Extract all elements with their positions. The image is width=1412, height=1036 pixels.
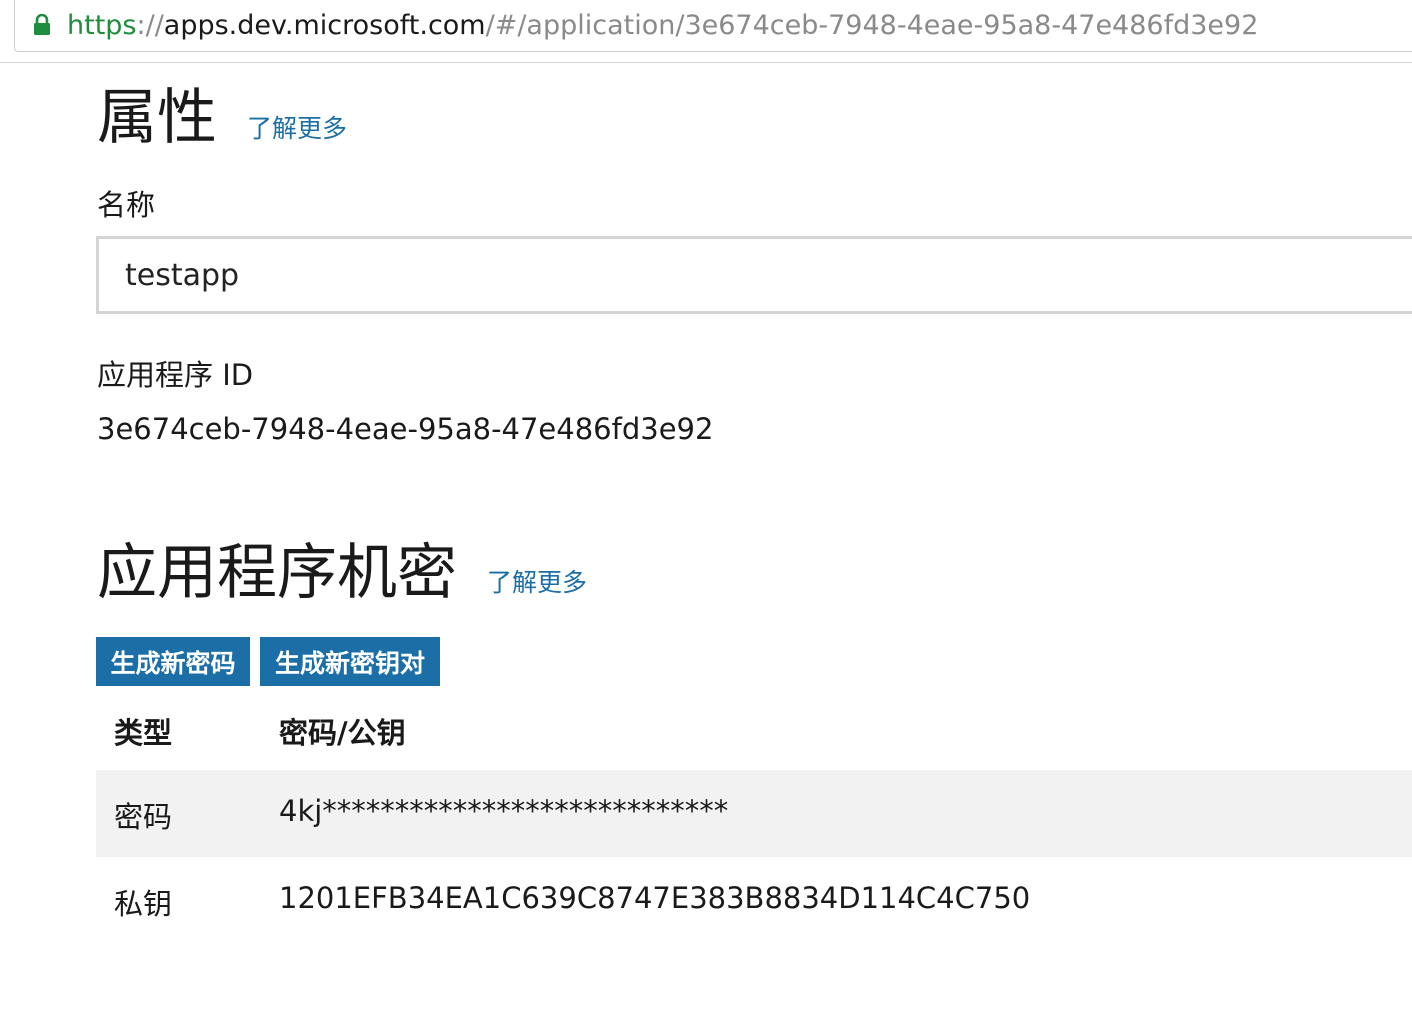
url-host: apps.dev.microsoft.com [163,10,486,41]
name-input[interactable] [96,236,1412,314]
table-row: 私钥 1201EFB34EA1C639C8747E383B8834D114C4C… [96,857,1412,944]
lock-icon [33,13,51,36]
generate-keypair-button[interactable]: 生成新密钥对 [260,637,440,686]
name-label: 名称 [97,188,156,222]
url-separator: :// [136,10,164,41]
column-header-type: 类型 [114,716,173,750]
secrets-learn-more-link[interactable]: 了解更多 [487,563,587,599]
secret-value-cell: 4kj**************************** [279,794,729,828]
column-header-password-public-key: 密码/公钥 [279,716,406,750]
url-text[interactable]: https://apps.dev.microsoft.com/#/applica… [67,8,1258,44]
table-row: 密码 4kj**************************** [96,770,1412,857]
app-id-label: 应用程序 ID [97,358,254,392]
url-scheme: https [67,10,137,41]
properties-title: 属性 [97,83,217,153]
properties-learn-more-link[interactable]: 了解更多 [247,109,347,145]
url-path: /#/application/3e674ceb-7948-4eae-95a8-4… [485,10,1259,41]
app-id-value: 3e674ceb-7948-4eae-95a8-47e486fd3e92 [97,412,714,446]
secrets-table: 类型 密码/公钥 密码 4kj*************************… [96,690,1412,944]
table-header-row: 类型 密码/公钥 [96,690,1412,770]
secret-type-cell: 密码 [114,800,173,834]
secret-value-cell: 1201EFB34EA1C639C8747E383B8834D114C4C750 [279,881,1031,915]
app-secrets-title: 应用程序机密 [97,538,457,608]
address-bar[interactable]: https://apps.dev.microsoft.com/#/applica… [14,0,1412,52]
page-divider [0,62,1412,63]
generate-password-button[interactable]: 生成新密码 [96,637,250,686]
secret-type-cell: 私钥 [114,887,173,921]
